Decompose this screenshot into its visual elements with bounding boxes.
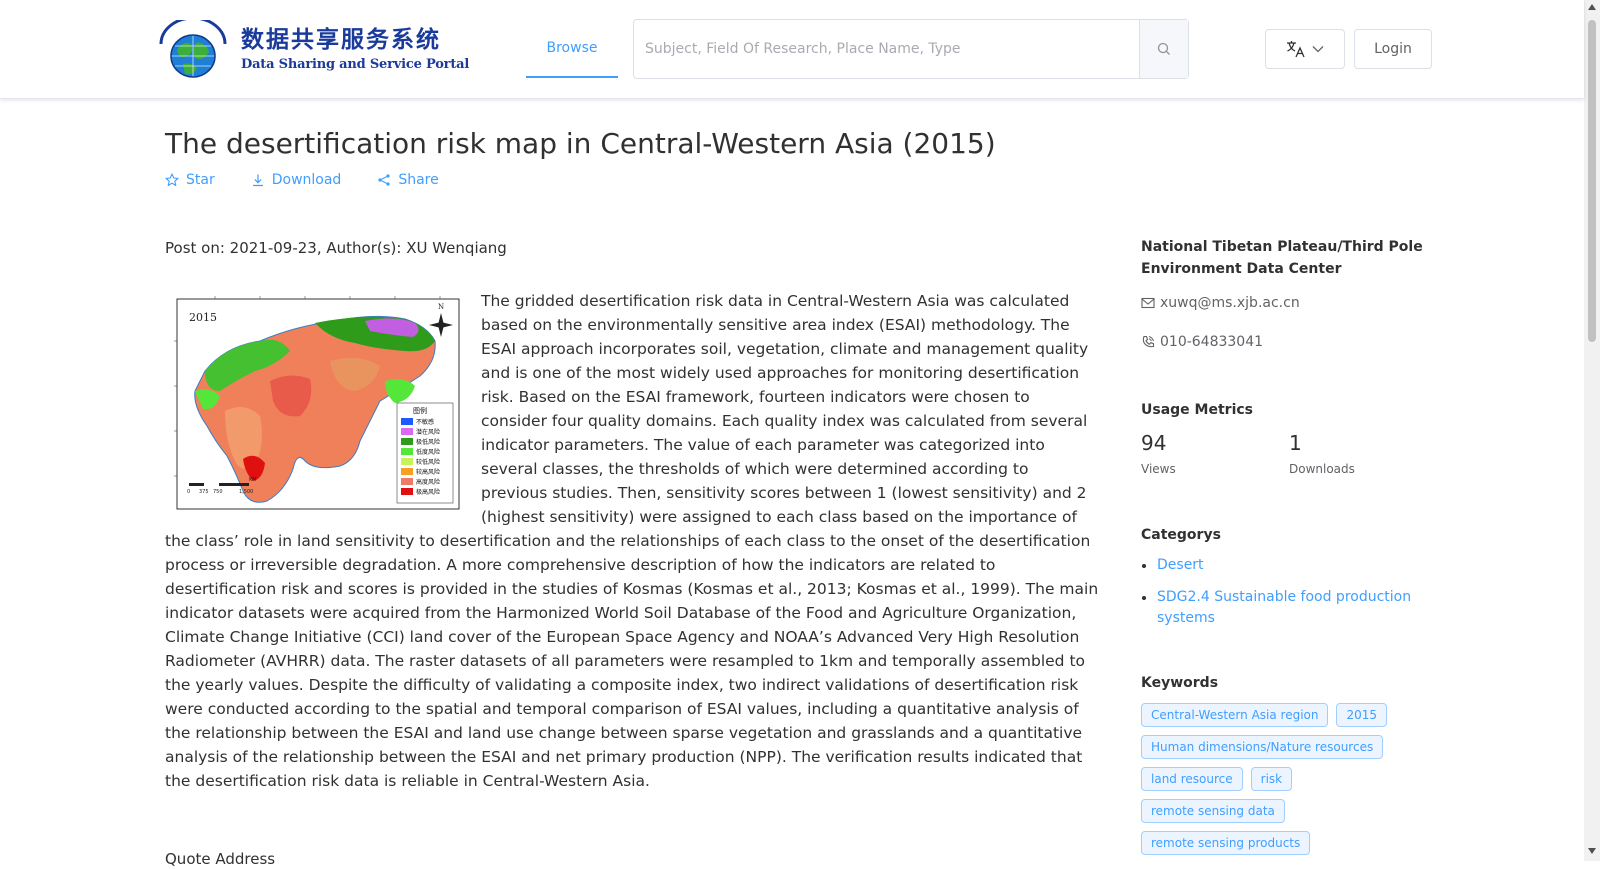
star-label: Star (186, 172, 215, 188)
share-icon (378, 174, 390, 186)
map-scale-tick-2: 750 (213, 489, 223, 495)
keywords-heading: Keywords (1141, 675, 1219, 691)
keyword-tag[interactable]: remote sensing data (1141, 799, 1285, 823)
usage-metrics: 94 Views 1 Downloads (1141, 430, 1437, 476)
map-scale-tick-0: 0 (187, 489, 190, 495)
scroll-down-arrow-icon[interactable] (1588, 848, 1596, 854)
site-logo[interactable]: 数据共享服务系统 Data Sharing and Service Portal (153, 20, 469, 80)
map-legend: 图例 不敏感潜在风险极低风险低度风险较低风险较高风险高度风险极高风险 (396, 402, 454, 504)
views-label: Views (1141, 462, 1176, 476)
map-legend-swatch (401, 428, 413, 435)
views-value: 94 (1141, 431, 1167, 455)
scroll-up-arrow-icon[interactable] (1588, 4, 1596, 10)
categories-heading: Categorys (1141, 527, 1221, 543)
desertification-map-thumbnail[interactable]: 2015 N 图例 不敏感潜在风险极低风险低度风险较低风险较高风险高度风险极高风… (165, 291, 463, 517)
scrollbar-thumb[interactable] (1588, 20, 1596, 342)
downloads-label: Downloads (1289, 462, 1355, 476)
chevron-down-icon (1312, 46, 1324, 53)
keyword-tag[interactable]: risk (1250, 767, 1293, 791)
map-legend-swatch (401, 418, 413, 425)
map-scale-tick-3: 1,500 (239, 489, 253, 495)
downloads-metric: 1 Downloads (1289, 430, 1437, 476)
map-legend-swatch (401, 468, 413, 475)
map-scale-unit: KM (249, 477, 257, 483)
map-legend-swatch (401, 488, 413, 495)
language-switcher[interactable] (1265, 29, 1345, 69)
keyword-tag[interactable]: 2015 (1336, 703, 1388, 727)
search-button[interactable] (1139, 20, 1188, 78)
mail-icon (1141, 297, 1155, 309)
quote-address-heading: Quote Address (165, 850, 276, 868)
keyword-tag[interactable]: remote sensing products (1141, 831, 1311, 855)
map-legend-label: 不敏感 (416, 418, 434, 426)
map-legend-label: 潜在风险 (416, 428, 440, 436)
logo-english-title: Data Sharing and Service Portal (241, 57, 470, 72)
keyword-tag[interactable]: land resource (1141, 767, 1243, 791)
download-icon (252, 174, 263, 187)
dataset-title: The desertification risk map in Central-… (165, 127, 996, 160)
dataset-description: 2015 N 图例 不敏感潜在风险极低风险低度风险较低风险较高风险高度风险极高风… (165, 289, 1099, 793)
logo-chinese-title: 数据共享服务系统 (241, 26, 441, 53)
map-legend-label: 极高风险 (416, 488, 440, 496)
category-link-sdg24[interactable]: SDG2.4 Sustainable food production syste… (1157, 589, 1411, 626)
share-label: Share (398, 172, 439, 188)
top-header: 数据共享服务系统 Data Sharing and Service Portal… (0, 0, 1584, 99)
data-center-name: National Tibetan Plateau/Third Pole Envi… (1141, 239, 1423, 277)
share-button[interactable]: Share (377, 172, 439, 188)
star-button[interactable]: Star (165, 172, 215, 188)
search-input[interactable] (634, 20, 1139, 78)
phone-text: 010-64833041 (1160, 334, 1264, 350)
contact-email: xuwq@ms.xjb.ac.cn (1141, 295, 1437, 311)
map-legend-swatch (401, 448, 413, 455)
svg-text:N: N (438, 303, 444, 311)
map-legend-label: 高度风险 (416, 478, 440, 486)
search-bar (633, 19, 1189, 79)
phone-icon (1142, 335, 1155, 348)
download-button[interactable]: Download (251, 172, 342, 188)
map-legend-label: 极低风险 (416, 438, 440, 446)
map-legend-label: 较低风险 (416, 458, 440, 466)
map-scale-tick-1: 375 (199, 489, 209, 495)
downloads-value: 1 (1289, 431, 1302, 455)
translate-icon (1287, 41, 1305, 58)
map-legend-swatch (401, 458, 413, 465)
globe-logo-icon (159, 20, 227, 78)
category-item: Desert (1141, 555, 1437, 576)
dataset-actions: Star Download Share (165, 172, 475, 188)
email-text: xuwq@ms.xjb.ac.cn (1160, 295, 1300, 311)
download-label: Download (271, 172, 342, 188)
map-legend-swatch (401, 478, 413, 485)
post-meta: Post on: 2021-09-23, Author(s): XU Wenqi… (165, 239, 507, 257)
map-legend-title: 图例 (413, 406, 427, 415)
views-metric: 94 Views (1141, 430, 1289, 476)
category-link-desert[interactable]: Desert (1157, 557, 1204, 573)
map-legend-label: 较高风险 (416, 468, 440, 476)
keyword-tag[interactable]: Human dimensions/Nature resources (1141, 735, 1384, 759)
keyword-tags: Central-Western Asia region 2015 Human d… (1141, 703, 1441, 855)
map-legend-swatch (401, 438, 413, 445)
nav-browse-tab[interactable]: Browse (526, 20, 618, 78)
keyword-tag[interactable]: Central-Western Asia region (1141, 703, 1329, 727)
usage-metrics-heading: Usage Metrics (1141, 402, 1253, 418)
login-button[interactable]: Login (1354, 29, 1432, 69)
contact-phone: 010-64833041 (1141, 334, 1437, 350)
category-item: SDG2.4 Sustainable food production syste… (1141, 587, 1437, 629)
map-legend-label: 低度风险 (416, 448, 440, 456)
map-year-label: 2015 (189, 311, 217, 324)
search-icon (1157, 42, 1170, 55)
page-scrollbar[interactable] (1584, 0, 1600, 861)
star-icon (165, 173, 179, 187)
category-list: Desert SDG2.4 Sustainable food productio… (1141, 555, 1437, 640)
